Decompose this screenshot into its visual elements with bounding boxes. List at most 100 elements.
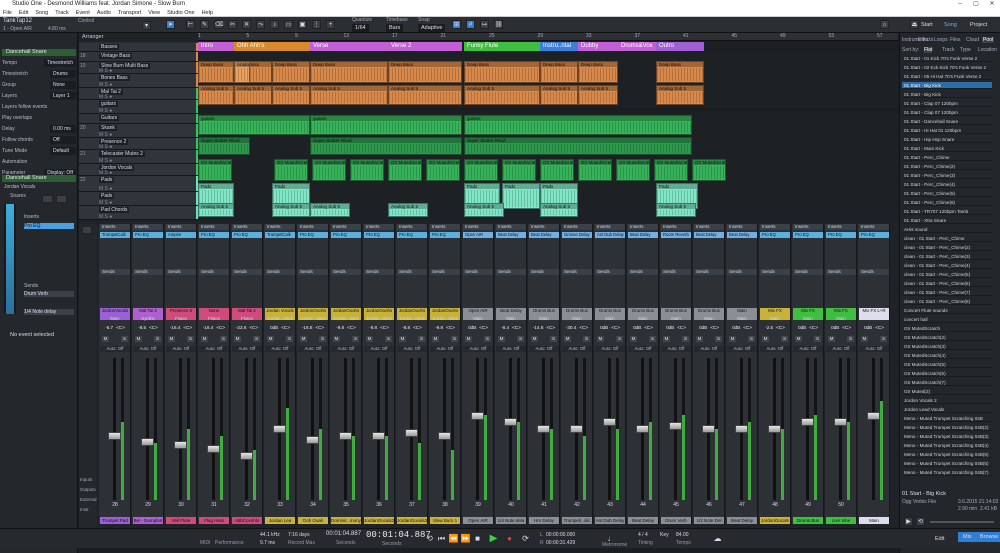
- grid-icon[interactable]: #: [466, 20, 475, 29]
- fader-track[interactable]: [212, 358, 215, 500]
- inspector-channel-name[interactable]: Dancehall Snare: [2, 175, 76, 182]
- insert-plugin[interactable]: TrumpetCalli: [265, 232, 295, 238]
- insert-plugin[interactable]: TrumpetCalli: [100, 232, 130, 238]
- sends-header[interactable]: Sends: [331, 269, 361, 275]
- fader-cap[interactable]: [735, 425, 748, 433]
- scissor-icon[interactable]: ⋮: [312, 20, 321, 29]
- channel-label[interactable]: JordanOocals3: [397, 517, 427, 524]
- channel-output[interactable]: Main: [661, 316, 691, 321]
- arranger-section[interactable]: Drums&Vox: [618, 42, 656, 51]
- mute-button[interactable]: M: [234, 336, 241, 342]
- automation-mode[interactable]: Auto: Off: [859, 346, 889, 352]
- channel-label[interactable]: Drums Bus: [793, 517, 823, 524]
- channel-label[interactable]: Bel - Dumpbot: [133, 517, 163, 524]
- volume-value[interactable]: 0dB: [699, 325, 707, 330]
- audio-event[interactable]: Deep Bass: [310, 61, 388, 83]
- browser-tab-cloud[interactable]: Cloud: [966, 37, 979, 43]
- loop-toggle-icon[interactable]: ⟳: [520, 533, 531, 544]
- track-header[interactable]: Guitars: [79, 114, 198, 124]
- mute-button[interactable]: M: [333, 336, 340, 342]
- inspector-row-value[interactable]: Drums: [50, 70, 76, 78]
- channel-output[interactable]: Main: [100, 316, 130, 321]
- fader-cap[interactable]: [339, 431, 352, 440]
- rewind-icon[interactable]: ⏪: [448, 533, 459, 544]
- fader-cap[interactable]: [240, 451, 253, 460]
- automation-mode[interactable]: Auto: Off: [430, 346, 460, 352]
- pool-item[interactable]: Meno - Muted Trumpet Scratching 04B(5): [902, 451, 992, 458]
- sends-header[interactable]: Sends: [265, 269, 295, 275]
- listen-tool-icon[interactable]: ♪: [270, 20, 279, 29]
- pan-value[interactable]: <C>: [116, 325, 125, 330]
- pool-item[interactable]: 01 Start - 02 Kck Kick 70's Funk Verse 2: [902, 64, 992, 71]
- pool-item[interactable]: Meno - Muted Trumpet Scratching 04B(4): [902, 442, 992, 449]
- arranger-track[interactable]: Intro Ohh Ahh's Verse Verse 2 Funky Flute Ins…: [198, 41, 898, 51]
- channel-label[interactable]: Drum Verb: [661, 517, 691, 524]
- audio-event[interactable]: Deep Bass: [578, 61, 618, 83]
- inserts-header[interactable]: Inserts: [826, 224, 856, 230]
- volume-readout[interactable]: 0dB <C>: [694, 325, 724, 331]
- pool-item[interactable]: 01 Start - Xtra Snare: [902, 217, 992, 224]
- sends-header[interactable]: Sends: [793, 269, 823, 275]
- track-header[interactable]: Pad Chords M S ●: [79, 206, 198, 220]
- pan-value[interactable]: <C>: [183, 325, 192, 330]
- channel-output[interactable]: Main: [727, 316, 757, 321]
- audio-event[interactable]: Gtr MutedScratch: [578, 159, 612, 181]
- sends-header[interactable]: Sends: [760, 269, 790, 275]
- solo-button[interactable]: S: [154, 336, 161, 342]
- channel-output[interactable]: Jordon..cBus: [430, 316, 460, 321]
- volume-readout[interactable]: -16.4 <C>: [199, 325, 229, 331]
- audio-event[interactable]: Deep Bass: [198, 61, 234, 83]
- primary-time[interactable]: 00:01:04.887: [366, 530, 431, 540]
- track-header[interactable]: guitars M S ●: [79, 100, 198, 114]
- pool-item[interactable]: 01 Start - Clap 07 120bpm: [902, 109, 992, 116]
- volume-readout[interactable]: 0dB <C>: [859, 325, 889, 331]
- mute-button[interactable]: M: [828, 336, 835, 342]
- automation-mode[interactable]: Auto: Off: [100, 346, 130, 352]
- fader-cap[interactable]: [306, 435, 319, 444]
- insert-plugin[interactable]: Pro EQ: [859, 232, 889, 238]
- pool-item[interactable]: 01 Start - Perc_Chime: [902, 154, 992, 161]
- console-menu-icon[interactable]: [82, 226, 92, 234]
- sends-header[interactable]: Sends: [826, 269, 856, 275]
- right-locator[interactable]: 00:00:31.429: [546, 540, 575, 546]
- inspector-button[interactable]: [42, 195, 53, 203]
- mute-button[interactable]: M: [300, 336, 307, 342]
- sort-option-track[interactable]: Track: [942, 47, 954, 53]
- time-signature[interactable]: 4 / 4: [638, 532, 648, 538]
- mute-button[interactable]: M: [201, 336, 208, 342]
- fader-track[interactable]: [146, 358, 149, 500]
- channel-output[interactable]: Jordon..cBus: [397, 316, 427, 321]
- pool-item[interactable]: Meno - Muted Trumpet Scratching 04B(6): [902, 460, 992, 467]
- channel-label[interactable]: Slow Burn 1: [430, 517, 460, 524]
- menu-item-view[interactable]: View: [148, 9, 160, 16]
- volume-readout[interactable]: -16.8 <C>: [298, 325, 328, 331]
- automation-mode[interactable]: Auto: Off: [529, 346, 559, 352]
- pool-item[interactable]: Concert Flute sounds: [902, 307, 992, 314]
- sends-header[interactable]: Sends: [463, 269, 493, 275]
- pool-item[interactable]: Meno - Muted Trumpet Scratching 04B(2): [902, 424, 992, 431]
- audio-event[interactable]: Gtr MutedScratch: [350, 159, 384, 181]
- solo-button[interactable]: S: [880, 336, 887, 342]
- fader-cap[interactable]: [768, 425, 781, 433]
- sends-header[interactable]: Sends: [496, 269, 526, 275]
- inspector-row-value[interactable]: 0.00 ms: [50, 125, 76, 133]
- audio-event[interactable]: Analog Sub 5: [310, 203, 350, 217]
- arranger-section[interactable]: Intro: [198, 42, 234, 51]
- fader-track[interactable]: [872, 358, 875, 500]
- fader-cap[interactable]: [669, 422, 682, 431]
- sort-option-flat[interactable]: Flat: [924, 47, 933, 53]
- channel-label[interactable]: Dominic..mony: [331, 517, 361, 524]
- arranger-section[interactable]: Verse 2: [388, 42, 462, 51]
- sends-header[interactable]: Sends: [364, 269, 394, 275]
- volume-readout[interactable]: 0dB <C>: [628, 325, 658, 331]
- input-name[interactable]: 1 - Open AIR: [3, 26, 32, 32]
- fader-track[interactable]: [311, 358, 314, 500]
- pool-item[interactable]: 01 Start - Perc_Chime(2): [902, 163, 992, 170]
- pan-value[interactable]: <C>: [249, 325, 258, 330]
- play-icon[interactable]: ▶: [488, 533, 499, 544]
- automation-mode[interactable]: Auto: Off: [826, 346, 856, 352]
- pencil-tool-icon[interactable]: ✎: [200, 20, 209, 29]
- inserts-header[interactable]: Inserts: [397, 224, 427, 230]
- channel-label[interactable]: Jordan Lea: [265, 517, 295, 524]
- pool-item[interactable]: clean - 01 Start - Perc_Chime(3): [902, 253, 992, 260]
